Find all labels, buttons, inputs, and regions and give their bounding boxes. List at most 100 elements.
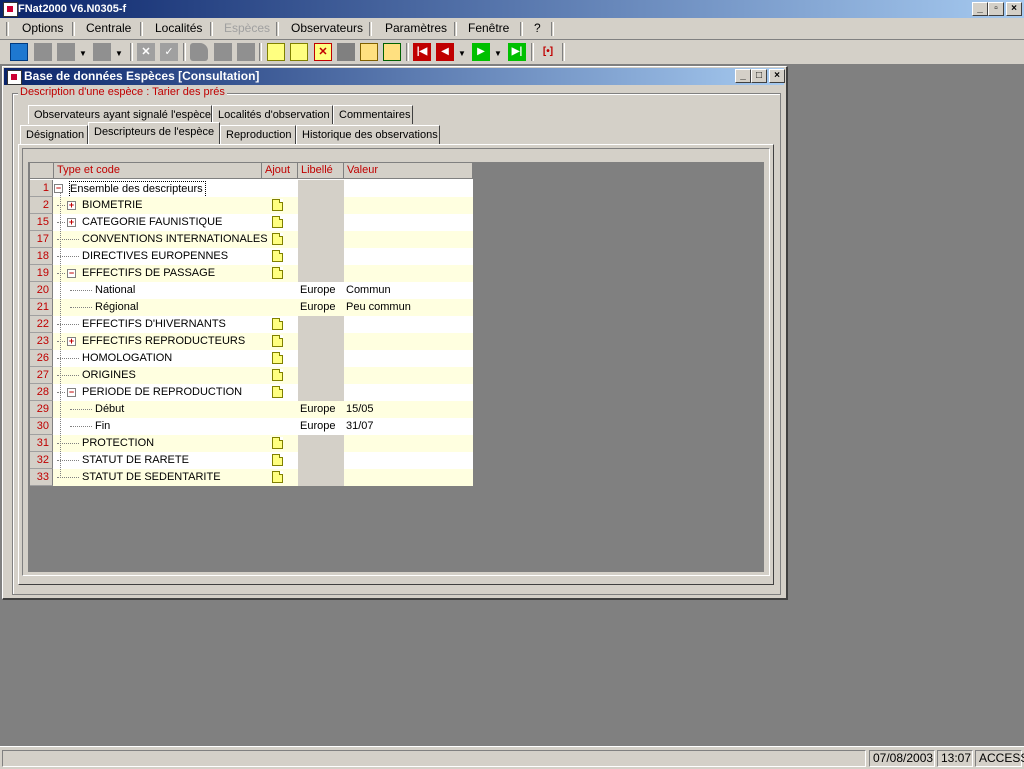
descriptor-label[interactable]: ORIGINES	[82, 367, 136, 384]
libelle-cell[interactable]: Europe	[300, 282, 335, 299]
table-row[interactable]: 15 + CATEGORIE FAUNISTIQUE	[30, 214, 473, 231]
expand-icon[interactable]: +	[67, 201, 76, 210]
table-row[interactable]: 23 + EFFECTIFS REPRODUCTEURS	[30, 333, 473, 350]
folder-icon[interactable]	[360, 43, 378, 61]
add-note-icon[interactable]	[272, 437, 283, 449]
cancel-icon[interactable]: ✕	[137, 43, 155, 61]
row-number[interactable]: 19	[30, 265, 53, 282]
restore-button[interactable]: ▫	[988, 2, 1004, 16]
add-note-icon[interactable]	[272, 386, 283, 398]
app-icon[interactable]	[3, 2, 18, 17]
table-row[interactable]: 18 DIRECTIVES EUROPENNES	[30, 248, 473, 265]
descriptor-label[interactable]: PROTECTION	[82, 435, 154, 452]
validate-icon[interactable]: ✓	[160, 43, 178, 61]
row-number[interactable]: 30	[30, 418, 53, 435]
descriptor-label[interactable]: Début	[95, 401, 124, 418]
descriptor-label[interactable]: CATEGORIE FAUNISTIQUE	[82, 214, 222, 231]
row-number[interactable]: 22	[30, 316, 53, 333]
table-row[interactable]: 31 PROTECTION	[30, 435, 473, 452]
menu-options[interactable]: Options	[22, 21, 63, 35]
add-note-icon[interactable]	[272, 335, 283, 347]
row-number[interactable]: 17	[30, 231, 53, 248]
menu-localites[interactable]: Localités	[155, 21, 202, 35]
collapse-icon[interactable]: −	[54, 184, 63, 193]
row-number[interactable]: 2	[30, 197, 53, 214]
descriptor-label[interactable]: HOMOLOGATION	[82, 350, 172, 367]
find-icon[interactable]	[290, 43, 308, 61]
descriptor-label[interactable]: PERIODE DE REPRODUCTION	[82, 384, 242, 401]
row-number[interactable]: 21	[30, 299, 53, 316]
export-icon[interactable]	[337, 43, 355, 61]
row-number[interactable]: 18	[30, 248, 53, 265]
open-icon[interactable]	[190, 43, 208, 61]
add-note-icon[interactable]	[272, 369, 283, 381]
row-number[interactable]: 27	[30, 367, 53, 384]
table-row[interactable]: 22 EFFECTIFS D'HIVERNANTS	[30, 316, 473, 333]
header-libelle[interactable]: Libellé	[298, 163, 344, 179]
descriptor-label[interactable]: CONVENTIONS INTERNATIONALES	[82, 231, 268, 248]
add-note-icon[interactable]	[272, 216, 283, 228]
table-row[interactable]: 20 National Europe Commun	[30, 282, 473, 299]
species-window-title-bar[interactable]: Base de données Espèces [Consultation] _…	[4, 68, 785, 85]
add-note-icon[interactable]	[272, 471, 283, 483]
table-row[interactable]: 28 − PERIODE DE REPRODUCTION	[30, 384, 473, 401]
menu-fenetre[interactable]: Fenêtre	[468, 21, 509, 35]
table-row[interactable]: 32 STATUT DE RARETE	[30, 452, 473, 469]
table-row[interactable]: 17 CONVENTIONS INTERNATIONALES	[30, 231, 473, 248]
descriptor-label[interactable]: EFFECTIFS REPRODUCTEURS	[82, 333, 245, 350]
header-valeur[interactable]: Valeur	[344, 163, 473, 179]
valeur-cell[interactable]: 15/05	[346, 401, 374, 418]
dropdown-arrow-icon[interactable]: ▼	[115, 49, 123, 58]
delete-note-icon[interactable]: ✕	[314, 43, 332, 61]
window-minimize-button[interactable]: _	[735, 69, 751, 83]
delete-icon[interactable]	[237, 43, 255, 61]
row-number[interactable]: 33	[30, 469, 53, 486]
row-number[interactable]: 20	[30, 282, 53, 299]
table-row[interactable]: 21 Régional Europe Peu commun	[30, 299, 473, 316]
row-number[interactable]: 31	[30, 435, 53, 452]
table-row[interactable]: 33 STATUT DE SEDENTARITE	[30, 469, 473, 486]
row-number[interactable]: 29	[30, 401, 53, 418]
menu-centrale[interactable]: Centrale	[86, 21, 131, 35]
libelle-cell[interactable]: Europe	[300, 418, 335, 435]
print-icon[interactable]	[93, 43, 111, 61]
descriptor-label[interactable]: BIOMETRIE	[82, 197, 143, 214]
close-button[interactable]: ×	[1006, 2, 1022, 16]
descriptor-label[interactable]: National	[95, 282, 135, 299]
row-number[interactable]: 1	[30, 180, 53, 197]
tab-historique[interactable]: Historique des observations	[296, 125, 440, 144]
table-row[interactable]: 29 Début Europe 15/05	[30, 401, 473, 418]
copy-icon[interactable]	[57, 43, 75, 61]
add-note-icon[interactable]	[272, 454, 283, 466]
import-icon[interactable]	[383, 43, 401, 61]
valeur-cell[interactable]: Peu commun	[346, 299, 411, 316]
row-number[interactable]: 32	[30, 452, 53, 469]
collapse-icon[interactable]: −	[67, 269, 76, 278]
app-title-bar[interactable]: FNat2000 V6.N0305-f _ ▫ ×	[0, 0, 1024, 18]
menu-observateurs[interactable]: Observateurs	[291, 21, 363, 35]
row-number[interactable]: 28	[30, 384, 53, 401]
dropdown-arrow-icon[interactable]: ▼	[494, 49, 502, 58]
descriptor-label[interactable]: EFFECTIFS D'HIVERNANTS	[82, 316, 226, 333]
descriptor-label[interactable]: EFFECTIFS DE PASSAGE	[82, 265, 215, 282]
header-ajout[interactable]: Ajout	[262, 163, 298, 179]
table-row[interactable]: 1− Ensemble des descripteurs	[30, 180, 473, 198]
next-record-icon[interactable]: ▶	[472, 43, 490, 61]
libelle-cell[interactable]: Europe	[300, 299, 335, 316]
descriptor-label[interactable]: Ensemble des descripteurs	[69, 181, 206, 198]
tab-designation[interactable]: Désignation	[20, 125, 88, 144]
minimize-button[interactable]: _	[972, 2, 988, 16]
window-maximize-button[interactable]: □	[751, 69, 767, 83]
expand-icon[interactable]: +	[67, 337, 76, 346]
collapse-icon[interactable]: −	[67, 388, 76, 397]
tab-commentaires[interactable]: Commentaires	[333, 105, 413, 124]
add-note-icon[interactable]	[272, 199, 283, 211]
add-note-icon[interactable]	[272, 352, 283, 364]
add-note-icon[interactable]	[272, 250, 283, 262]
tab-reproduction[interactable]: Reproduction	[220, 125, 296, 144]
new-icon[interactable]	[34, 43, 52, 61]
table-row[interactable]: 19 − EFFECTIFS DE PASSAGE	[30, 265, 473, 282]
descriptor-label[interactable]: Régional	[95, 299, 138, 316]
add-note-icon[interactable]	[272, 233, 283, 245]
table-row[interactable]: 2 + BIOMETRIE	[30, 197, 473, 214]
